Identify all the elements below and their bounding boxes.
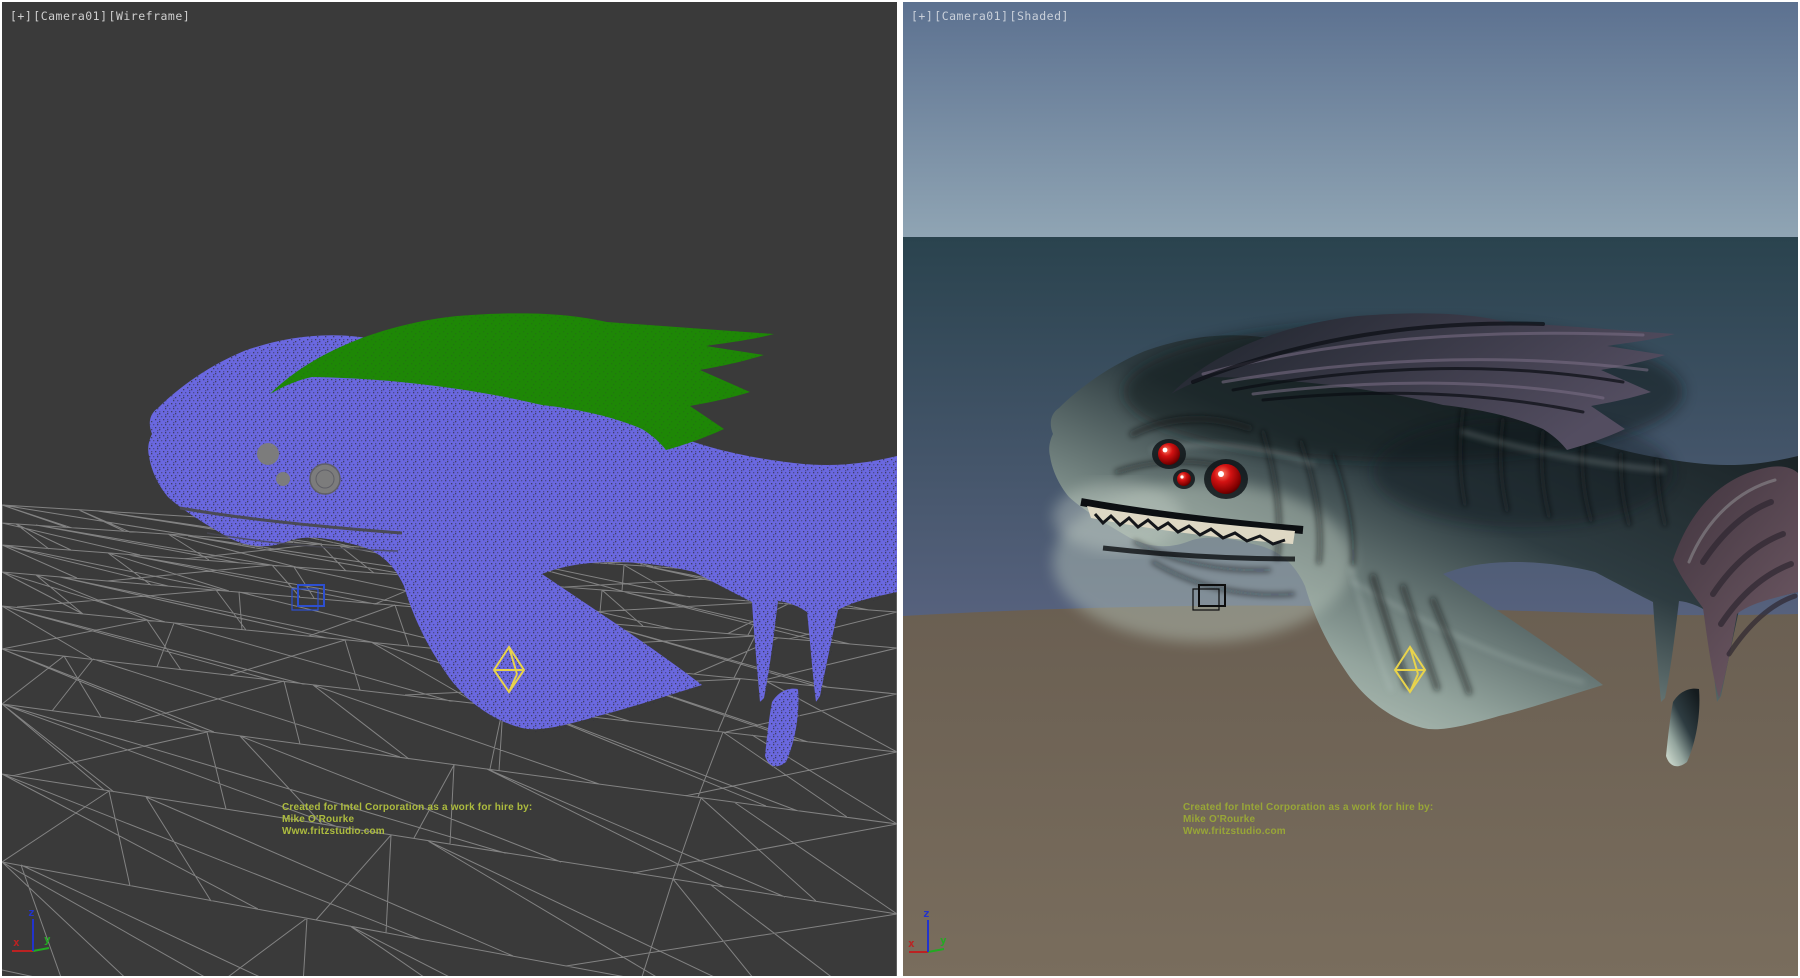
application-window: x y z [+][Camera01][Wireframe] Created f… (0, 0, 1800, 978)
viewport-label: [+][Camera01][Wireframe] (10, 9, 191, 23)
axis-z-label: z (28, 906, 35, 919)
axis-x-label: x (908, 937, 915, 950)
viewport-wireframe[interactable]: x y z [+][Camera01][Wireframe] Created f… (2, 2, 897, 976)
viewport-menu-general[interactable]: [+] (10, 9, 32, 23)
viewport-shaded[interactable]: x y z [+][Camera01][Shaded] Created for … (903, 2, 1798, 976)
viewport-label: [+][Camera01][Shaded] (911, 9, 1070, 23)
axis-y-label: y (940, 934, 947, 947)
viewport-menu-shading[interactable]: [Wireframe] (109, 9, 191, 23)
eye-small (1177, 472, 1191, 486)
viewport-divider[interactable] (897, 0, 903, 978)
axis-z-label: z (923, 907, 930, 920)
axis-tripod: x y z (12, 906, 51, 951)
viewport-menu-shading[interactable]: [Shaded] (1010, 9, 1069, 23)
axis-y-label: y (44, 933, 51, 946)
viewport-menu-camera[interactable]: [Camera01] (934, 9, 1008, 23)
axis-x-label: x (13, 936, 20, 949)
viewport-menu-general[interactable]: [+] (911, 9, 933, 23)
eye-left (1158, 443, 1180, 465)
watermark-text: Created for Intel Corporation as a work … (1183, 802, 1513, 838)
sky (903, 2, 1798, 239)
fish-model-wireframe[interactable] (148, 313, 897, 769)
viewport-menu-camera[interactable]: [Camera01] (33, 9, 107, 23)
eye-big (1211, 464, 1241, 494)
watermark-text: Created for Intel Corporation as a work … (282, 802, 612, 838)
